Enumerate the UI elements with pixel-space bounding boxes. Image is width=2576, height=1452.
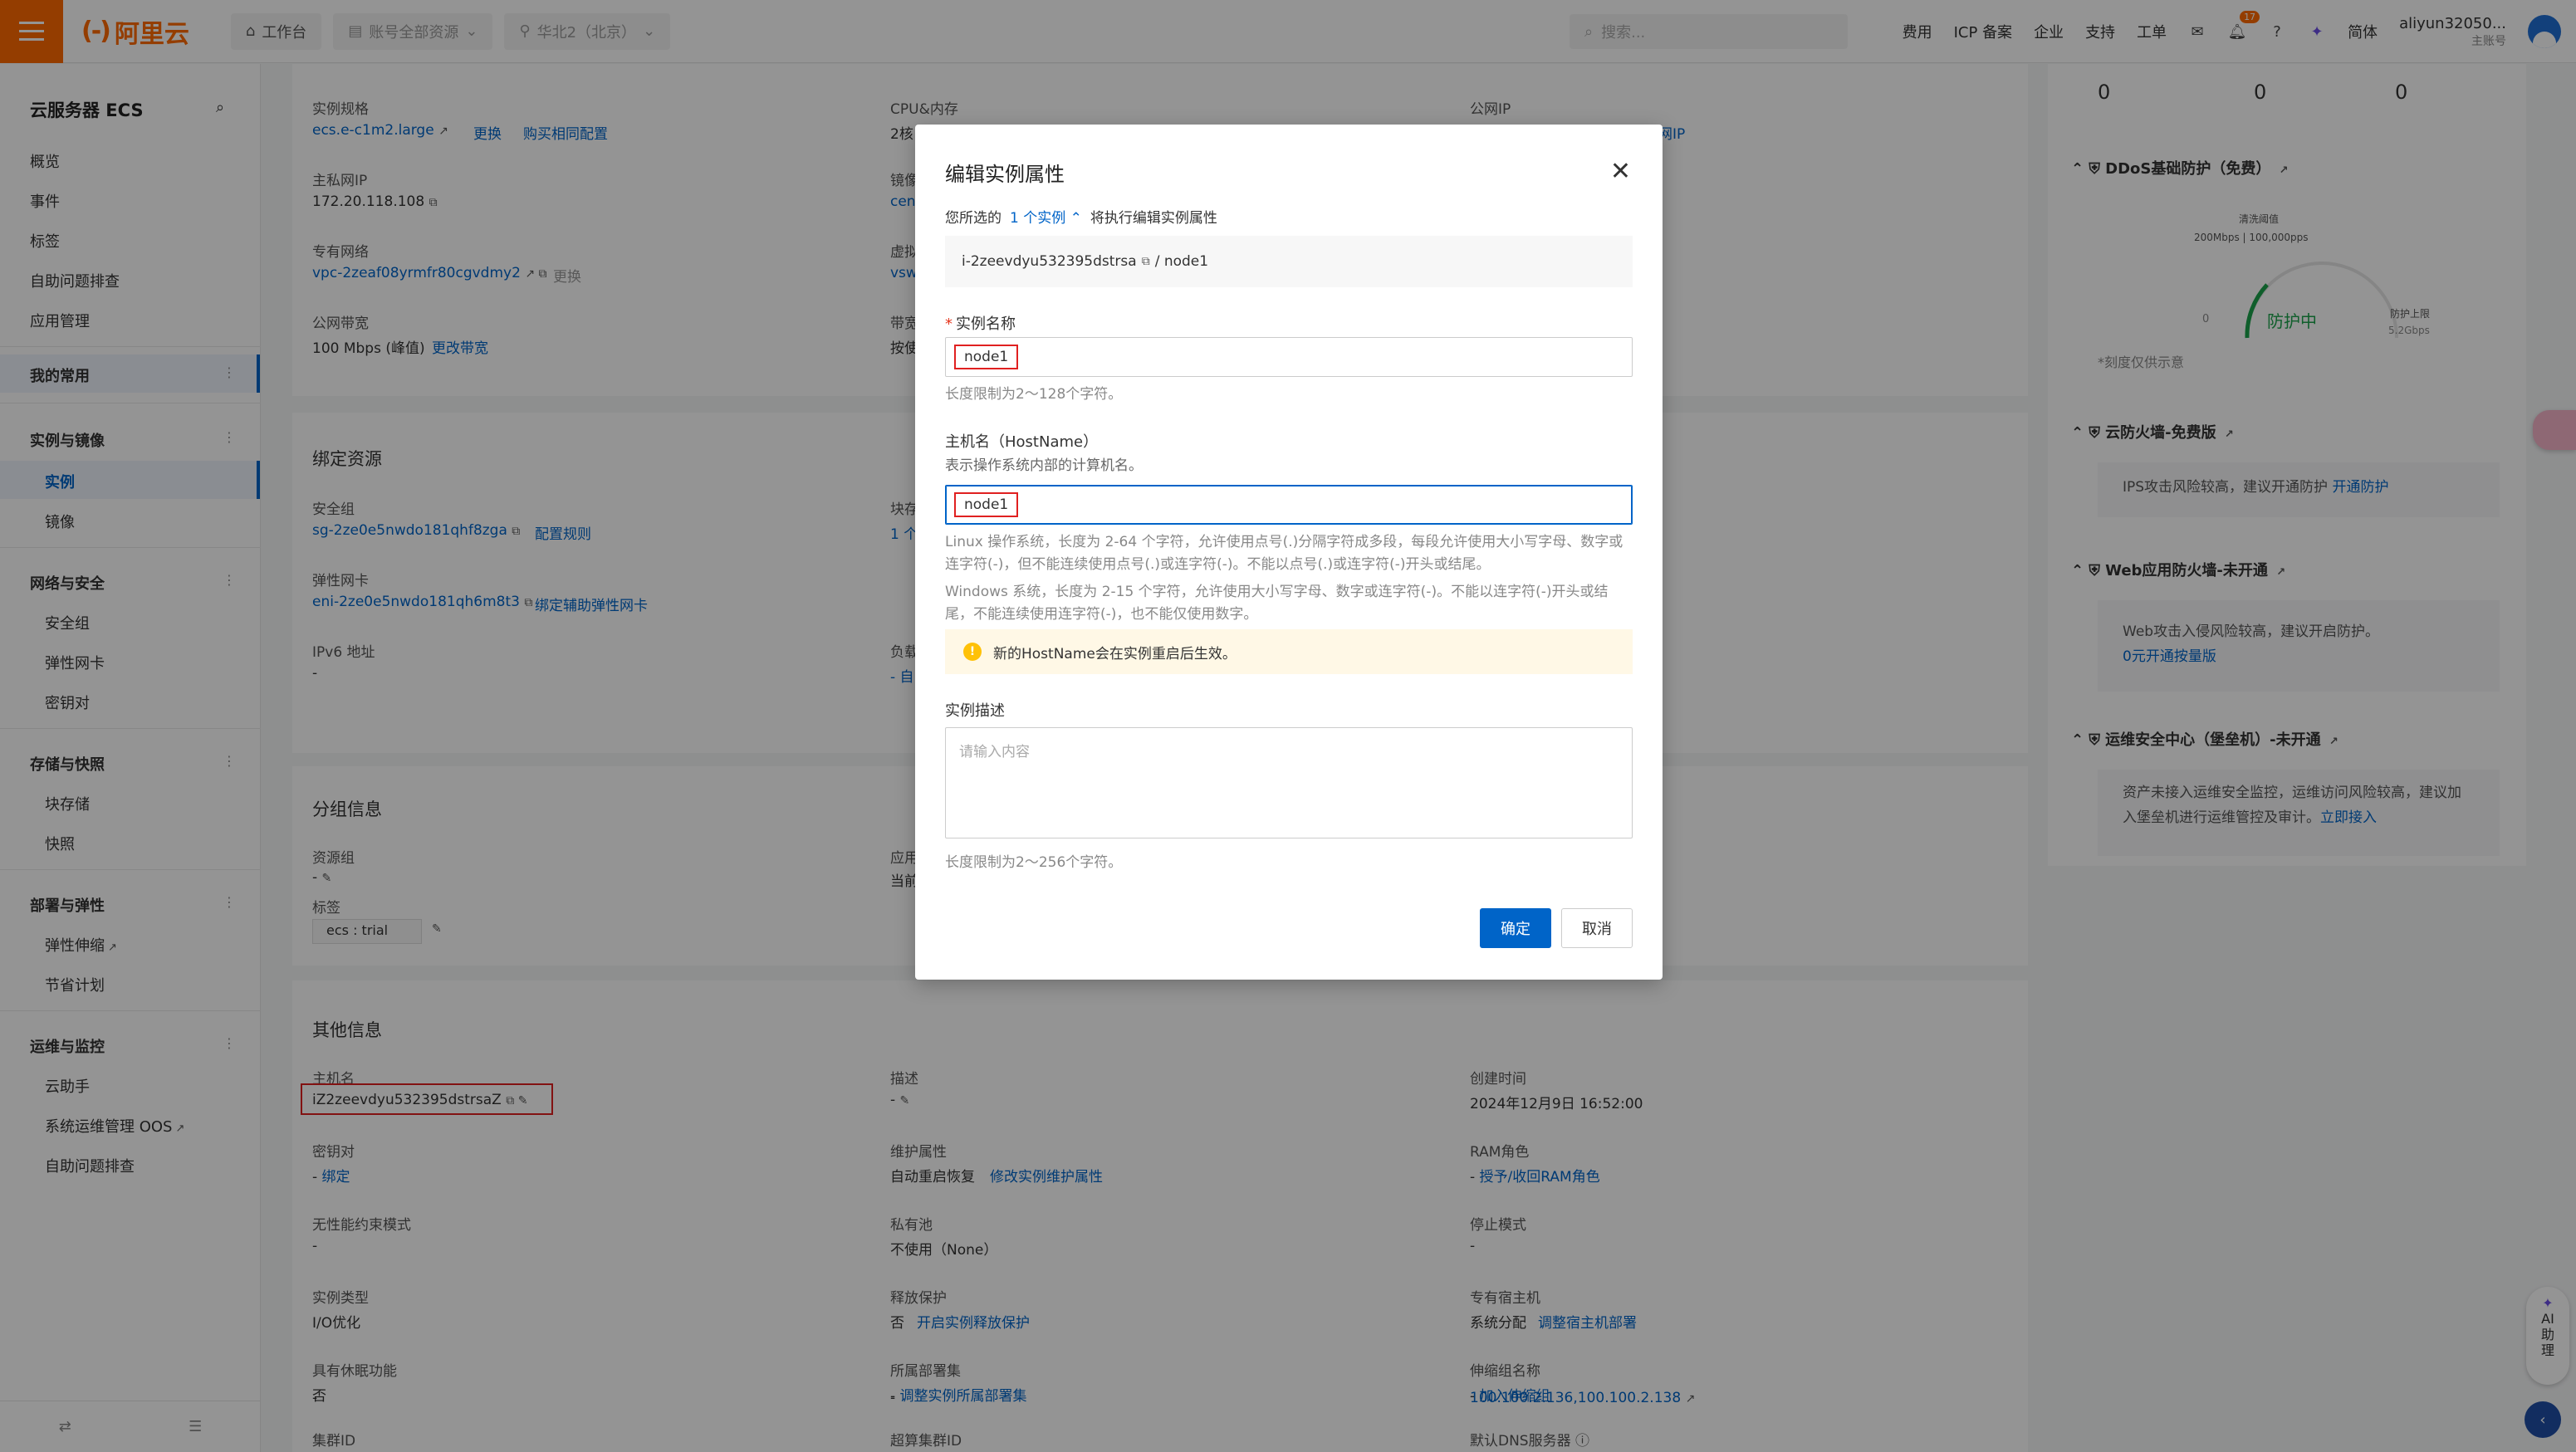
instance-name: / node1 bbox=[1154, 253, 1209, 270]
selection-suffix: 将执行编辑实例属性 bbox=[1090, 210, 1217, 227]
cancel-button[interactable]: 取消 bbox=[1561, 908, 1633, 948]
description-label: 实例描述 bbox=[945, 702, 1005, 720]
hostname-warning: ! 新的HostName会在实例重启后生效。 bbox=[945, 629, 1633, 674]
edit-instance-dialog: 编辑实例属性 ✕ 您所选的 1 个实例 ⌃ 将执行编辑实例属性 i-2zeevd… bbox=[915, 125, 1663, 980]
linux-hint: Linux 操作系统，长度为 2-64 个字符，允许使用点号(.)分隔字符成多段… bbox=[945, 534, 1623, 574]
instance-name-input[interactable]: node1 bbox=[945, 337, 1633, 377]
selection-prefix: 您所选的 bbox=[945, 210, 1002, 227]
hostname-desc: 表示操作系统内部的计算机名。 bbox=[945, 457, 1143, 474]
warning-text: 新的HostName会在实例重启后生效。 bbox=[993, 645, 1237, 662]
close-icon[interactable]: ✕ bbox=[1610, 159, 1631, 184]
windows-hint: Windows 系统，长度为 2-15 个字符，允许使用大小写字母、数字或连字符… bbox=[945, 584, 1609, 623]
hostname-value: node1 bbox=[954, 492, 1019, 517]
instance-id: i-2zeevdyu532395dstrsa bbox=[962, 253, 1137, 270]
chevron-up-icon: ⌃ bbox=[1070, 210, 1082, 227]
confirm-button[interactable]: 确定 bbox=[1480, 908, 1551, 948]
description-textarea[interactable]: 请输入内容 bbox=[945, 727, 1633, 838]
selection-summary: 您所选的 1 个实例 ⌃ 将执行编辑实例属性 bbox=[945, 206, 1217, 227]
dialog-title: 编辑实例属性 bbox=[945, 163, 1065, 186]
name-label: * 实例名称 bbox=[945, 315, 1016, 333]
description-placeholder: 请输入内容 bbox=[959, 744, 1030, 760]
hostname-label: 主机名（HostName） bbox=[945, 433, 1099, 451]
name-hint: 长度限制为2～128个字符。 bbox=[945, 386, 1123, 403]
hostname-input[interactable]: node1 bbox=[945, 485, 1633, 525]
selected-count-toggle[interactable]: 1 个实例 ⌃ bbox=[1010, 206, 1082, 227]
instance-name-value: node1 bbox=[954, 345, 1019, 369]
copy-icon[interactable]: ⧉ bbox=[1142, 255, 1150, 268]
warning-icon: ! bbox=[963, 643, 982, 661]
description-hint: 长度限制为2～256个字符。 bbox=[945, 854, 1123, 871]
selected-instance-row: i-2zeevdyu532395dstrsa ⧉ / node1 bbox=[945, 236, 1633, 287]
